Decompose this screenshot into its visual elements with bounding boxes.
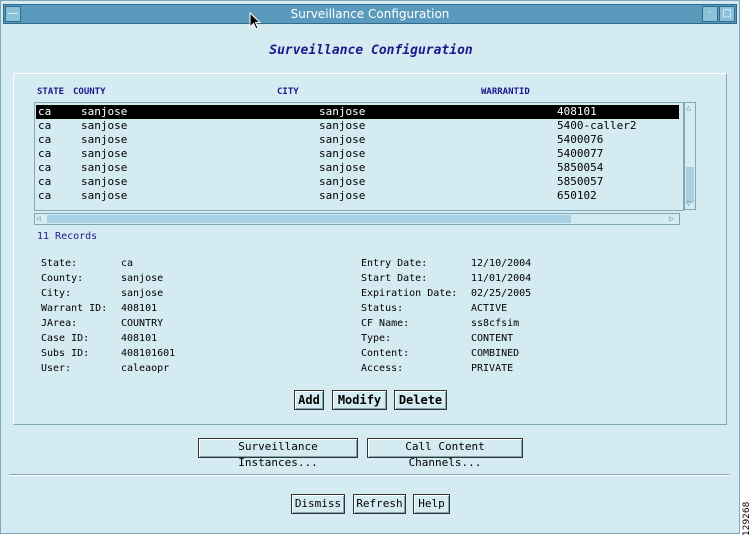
status-value: ACTIVE [471, 303, 508, 314]
user-value: caleaopr [121, 363, 170, 374]
cell-state: ca [38, 105, 52, 118]
table-row[interactable]: ca sanjose sanjose 5400-caller2 [36, 119, 679, 133]
start-date-label: Start Date: [361, 273, 428, 284]
mouse-pointer-icon [249, 11, 262, 34]
cell-city: sanjose [319, 147, 366, 160]
access-value: PRIVATE [471, 363, 514, 374]
cell-county: sanjose [81, 161, 128, 174]
subs-id-value: 408101601 [121, 348, 176, 359]
warrant-list[interactable]: ca sanjose sanjose 408101 ca sanjose san… [34, 102, 684, 211]
surveillance-window: — Surveillance Configuration · □ Surveil… [0, 0, 740, 534]
table-row[interactable]: ca sanjose sanjose 650102 [36, 189, 679, 203]
cell-city: sanjose [319, 119, 366, 132]
column-header-city: CITY [277, 87, 299, 97]
cell-warrant: 650102 [557, 189, 597, 202]
cell-state: ca [38, 175, 52, 188]
cell-county: sanjose [81, 119, 128, 132]
surveillance-instances-button[interactable]: Surveillance Instances... [198, 438, 358, 469]
maximize-icon[interactable]: □ [719, 6, 735, 22]
dialog-title: Surveillance Configuration [269, 43, 473, 58]
column-header-state: STATE [37, 87, 65, 97]
column-header-warrantid: WARRANTID [481, 87, 530, 97]
cell-warrant: 5400077 [557, 147, 604, 160]
vertical-scrollbar[interactable]: △ ▽ [684, 102, 696, 210]
cell-county: sanjose [81, 175, 128, 188]
modify-button[interactable]: Modify [332, 390, 387, 410]
cell-county: sanjose [81, 147, 128, 160]
type-label: Type: [361, 333, 392, 344]
cf-name-label: CF Name: [361, 318, 410, 329]
add-button[interactable]: Add [294, 390, 324, 410]
cf-name-value: ss8cfsim [471, 318, 520, 329]
record-count: 11 Records [37, 231, 98, 242]
state-value: ca [121, 258, 134, 269]
call-content-channels-button[interactable]: Call Content Channels... [367, 438, 523, 469]
jarea-value: COUNTRY [121, 318, 164, 329]
jarea-label: JArea: [41, 318, 78, 329]
access-label: Access: [361, 363, 404, 374]
subs-id-label: Subs ID: [41, 348, 90, 359]
cell-city: sanjose [319, 189, 366, 202]
table-row[interactable]: ca sanjose sanjose 408101 [36, 105, 679, 119]
county-label: County: [41, 273, 84, 284]
start-date-value: 11/01/2004 [471, 273, 532, 284]
cell-state: ca [38, 119, 52, 132]
divider [9, 474, 729, 476]
cell-city: sanjose [319, 133, 366, 146]
user-label: User: [41, 363, 72, 374]
warrant-id-label: Warrant ID: [41, 303, 108, 314]
table-row[interactable]: ca sanjose sanjose 5850057 [36, 175, 679, 189]
county-value: sanjose [121, 273, 164, 284]
cell-warrant: 408101 [557, 105, 597, 118]
cell-county: sanjose [81, 133, 128, 146]
content-label: Content: [361, 348, 410, 359]
scroll-down-icon[interactable]: ▽ [686, 199, 691, 209]
column-header-county: COUNTY [73, 87, 106, 97]
scroll-up-icon[interactable]: △ [686, 103, 691, 113]
case-id-value: 408101 [121, 333, 158, 344]
expiration-date-value: 02/25/2005 [471, 288, 532, 299]
entry-date-label: Entry Date: [361, 258, 428, 269]
dismiss-button[interactable]: Dismiss [291, 494, 345, 514]
cell-city: sanjose [319, 161, 366, 174]
delete-button[interactable]: Delete [394, 390, 447, 410]
table-row[interactable]: ca sanjose sanjose 5400077 [36, 147, 679, 161]
expiration-date-label: Expiration Date: [361, 288, 458, 299]
cell-state: ca [38, 161, 52, 174]
cell-county: sanjose [81, 189, 128, 202]
cell-city: sanjose [319, 175, 366, 188]
horizontal-scrollbar[interactable]: ◁ ▷ [34, 213, 680, 225]
cell-warrant: 5850057 [557, 175, 604, 188]
city-label: City: [41, 288, 72, 299]
cell-state: ca [38, 133, 52, 146]
vertical-scroll-thumb[interactable] [686, 167, 694, 203]
state-label: State: [41, 258, 78, 269]
scroll-left-icon[interactable]: ◁ [36, 214, 41, 224]
scroll-right-icon[interactable]: ▷ [669, 214, 674, 224]
image-number: 129268 [742, 501, 752, 536]
cell-city: sanjose [319, 105, 366, 118]
cell-county: sanjose [81, 105, 128, 118]
table-row[interactable]: ca sanjose sanjose 5400076 [36, 133, 679, 147]
warrant-id-value: 408101 [121, 303, 158, 314]
city-value: sanjose [121, 288, 164, 299]
case-id-label: Case ID: [41, 333, 90, 344]
horizontal-scroll-thumb[interactable] [47, 215, 571, 223]
content-value: COMBINED [471, 348, 520, 359]
status-label: Status: [361, 303, 404, 314]
window-title: Surveillance Configuration [290, 7, 450, 21]
entry-date-value: 12/10/2004 [471, 258, 532, 269]
cell-warrant: 5400076 [557, 133, 604, 146]
type-value: CONTENT [471, 333, 514, 344]
cell-state: ca [38, 189, 52, 202]
cell-state: ca [38, 147, 52, 160]
refresh-button[interactable]: Refresh [353, 494, 406, 514]
cell-warrant: 5400-caller2 [557, 119, 637, 132]
minimize-icon[interactable]: · [702, 6, 718, 22]
table-row[interactable]: ca sanjose sanjose 5850054 [36, 161, 679, 175]
help-button[interactable]: Help [413, 494, 450, 514]
cell-warrant: 5850054 [557, 161, 604, 174]
title-bar[interactable]: — Surveillance Configuration · □ [3, 4, 737, 24]
